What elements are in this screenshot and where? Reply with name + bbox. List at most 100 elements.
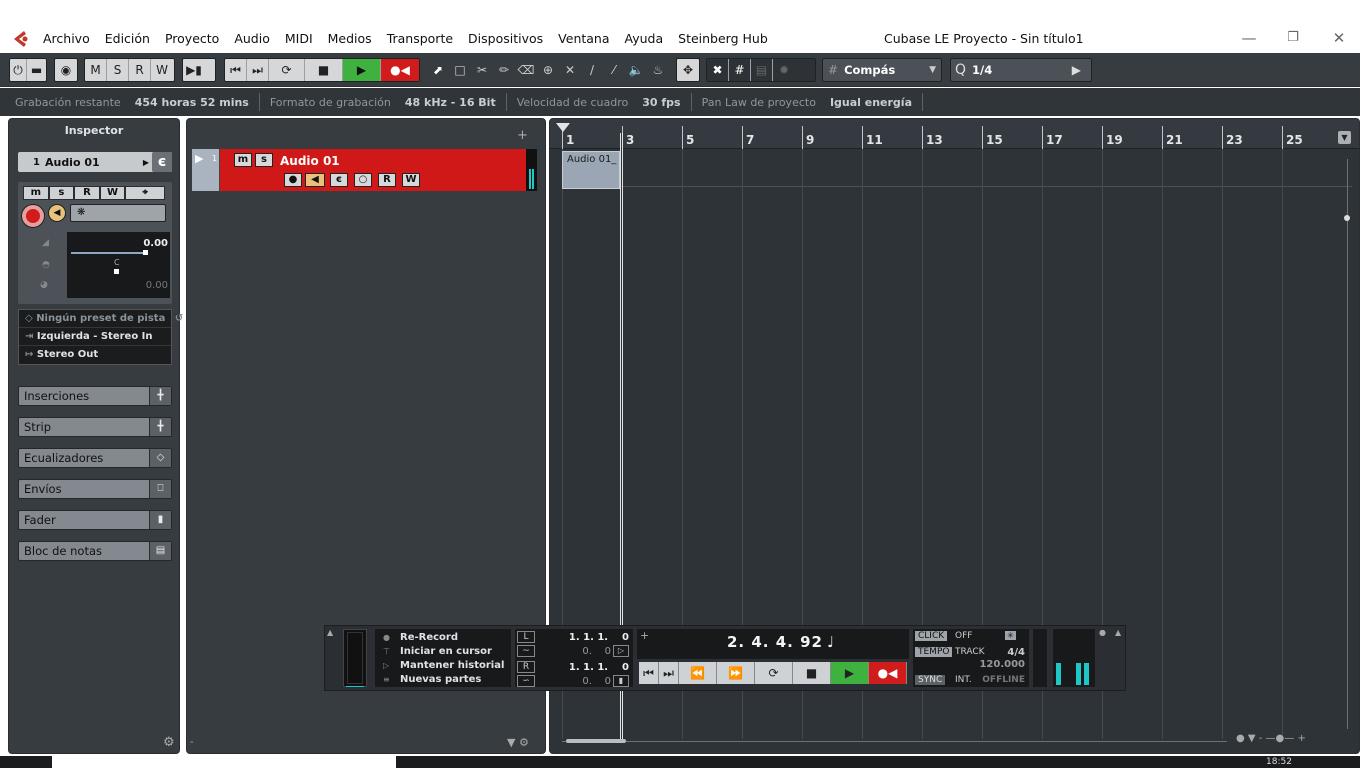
volume-slider-track[interactable] [71, 252, 145, 254]
tempo-value[interactable]: 120.000 [979, 659, 1025, 670]
filter-icon[interactable]: ▼ ⚙ [507, 736, 529, 749]
expand-icon[interactable]: ▶ [195, 152, 203, 165]
transport-panel[interactable]: ▲ ● ⊤ ▷ ≡ Re-Record Iniciar en cursor Mante… [324, 625, 1126, 691]
re-record-option[interactable]: Re-Record [400, 631, 504, 645]
inspector-track-header[interactable]: 1 Audio 01 ▶ є [18, 152, 172, 172]
add-track-icon[interactable]: + [517, 128, 528, 143]
input-routing[interactable]: ⇥ Izquierda - Stereo In [19, 328, 171, 346]
frame-rate-label[interactable]: Velocidad de cuadro [517, 96, 629, 109]
tempo-mode[interactable]: TRACK [955, 647, 985, 657]
vertical-zoom-handle[interactable] [1344, 215, 1350, 221]
grid-snap-icon[interactable]: # [729, 59, 751, 81]
record-enable-button[interactable] [21, 204, 45, 228]
bypass-icon[interactable]: ⌖ [125, 186, 166, 200]
zoom-presets-icon[interactable]: ● ▼ - —●— + [1236, 733, 1306, 744]
split-tool-icon[interactable]: ✂ [471, 59, 493, 81]
menu-medios[interactable]: Medios [328, 31, 372, 46]
mute-tool-icon[interactable]: ✕ [559, 59, 581, 81]
close-button[interactable]: ✕ [1324, 28, 1354, 48]
write-button[interactable]: W [99, 186, 126, 200]
autoscroll-icon[interactable]: ▶▮ [183, 59, 205, 81]
section-envios[interactable]: Envíos ⎕ [18, 479, 172, 499]
zoom-tool-icon[interactable]: ⊕ [537, 59, 559, 81]
horizontal-scrollbar[interactable] [562, 741, 1227, 742]
click-settings-icon[interactable]: ✳ [1005, 631, 1016, 640]
solo-all-button[interactable]: S [107, 59, 129, 81]
sync-toggle[interactable]: SYNC [915, 675, 946, 685]
gear-icon[interactable]: ⚙ [163, 735, 175, 750]
volume-value[interactable]: 0.00 [143, 238, 168, 249]
constrain-delay-icon[interactable]: ◉ [55, 59, 77, 81]
right-locator-sub[interactable]: 0. 0 [582, 676, 611, 687]
power-icon[interactable]: ⏻ [10, 59, 27, 81]
track-color-tab[interactable]: ▶ 1 [192, 149, 220, 191]
mute-all-button[interactable]: M [85, 59, 107, 81]
tempo-toggle[interactable]: TEMPO [915, 647, 953, 657]
right-locator-icon[interactable]: R [517, 661, 535, 673]
record-icon[interactable]: ●◀ [381, 59, 419, 81]
track-record-enable-icon[interactable]: ● [284, 173, 302, 187]
track-preset[interactable]: ◇ Ningún preset de pista ↺ [19, 310, 183, 328]
solo-button[interactable]: s [48, 186, 75, 200]
menu-transporte[interactable]: Transporte [387, 31, 453, 46]
rewind-icon[interactable]: ⏪ [679, 662, 717, 684]
start-at-cursor-option[interactable]: Iniciar en cursor [400, 645, 504, 659]
cycle-icon[interactable]: ⟳ [269, 59, 305, 81]
left-locator-value[interactable]: 1. 1. 1. 0 [569, 632, 629, 643]
object-select-tool-icon[interactable]: ⬈ [427, 59, 449, 81]
snap-disabled-icon[interactable]: ▤ [751, 59, 773, 81]
pan-law-label[interactable]: Pan Law de proyecto [702, 96, 816, 109]
go-to-end-icon[interactable]: ⏭ [659, 662, 679, 684]
fast-forward-icon[interactable]: ⏩ [717, 662, 755, 684]
cycle-icon[interactable]: ⟳ [755, 662, 793, 684]
play-icon[interactable]: ▶ [343, 59, 381, 81]
read-button[interactable]: R [74, 186, 100, 200]
line-tool-icon[interactable]: ⁄ [603, 59, 625, 81]
frame-rate-value[interactable]: 30 fps [642, 96, 680, 109]
track-name[interactable]: Audio 01 [280, 154, 340, 168]
scroll-minus-icon[interactable]: - [190, 737, 194, 748]
go-to-start-icon[interactable]: ⏮ [225, 59, 247, 81]
track-edit-icon[interactable]: є [330, 173, 348, 187]
go-to-start-icon[interactable]: ⏮ [639, 662, 659, 684]
track-read-button[interactable]: R [378, 173, 396, 187]
quantize-settings-icon[interactable]: ▶ [1072, 63, 1081, 77]
collapse-left-icon[interactable]: ▲ [327, 628, 339, 688]
stop-icon[interactable]: ■ [305, 59, 343, 81]
output-routing[interactable]: ↦ Stereo Out [19, 346, 171, 364]
range-tool-icon[interactable]: □ [449, 59, 471, 81]
record-format-value[interactable]: 48 kHz - 16 Bit [405, 96, 496, 109]
left-locator-marker[interactable] [556, 123, 570, 132]
settings-icon[interactable]: ❋ [70, 204, 166, 222]
output-volume-knob[interactable]: ● [1099, 628, 1106, 637]
color-tool-icon[interactable]: ♨ [647, 59, 669, 81]
punch-out-icon[interactable]: ∽ [517, 675, 535, 687]
menu-steinberg-hub[interactable]: Steinberg Hub [678, 31, 768, 46]
right-locator-value[interactable]: 1. 1. 1. 0 [569, 662, 629, 673]
read-all-button[interactable]: R [129, 59, 151, 81]
volume-slider-handle[interactable] [143, 250, 148, 255]
play-tool-icon[interactable]: 🔈 [625, 59, 647, 81]
pre-roll-icon[interactable]: ▷ [613, 645, 629, 657]
grid-type-select[interactable]: # Compás ▼ [822, 58, 942, 82]
audio-clip[interactable]: Audio 01_ [562, 151, 620, 189]
pan-slider-handle[interactable] [114, 269, 119, 274]
glue-tool-icon[interactable]: ✏ [493, 59, 515, 81]
section-ecualizadores[interactable]: Ecualizadores ◇ [18, 448, 172, 468]
layout-icon[interactable]: ▬ [27, 59, 46, 81]
taskbar-search-box[interactable] [52, 756, 396, 768]
track-write-button[interactable]: W [402, 173, 420, 187]
left-locator-icon[interactable]: L [517, 631, 535, 643]
punch-in-icon[interactable]: ~ [517, 645, 535, 657]
ruler-menu-icon[interactable]: ▼ [1338, 131, 1351, 144]
menu-ayuda[interactable]: Ayuda [625, 31, 664, 46]
pan-law-value[interactable]: Igual energía [830, 96, 912, 109]
track-monitor-icon[interactable]: ◀ [305, 173, 325, 187]
snap-type-icon[interactable]: ✖ [707, 59, 729, 81]
restore-button[interactable]: ❐ [1278, 28, 1308, 48]
keep-history-option[interactable]: Mantener historial [400, 659, 504, 673]
play-icon[interactable]: ▶ [831, 662, 869, 684]
time-format-icon[interactable]: ♩ [827, 633, 834, 651]
menu-dispositivos[interactable]: Dispositivos [468, 31, 543, 46]
section-inserciones[interactable]: Inserciones ╋ [18, 386, 172, 406]
